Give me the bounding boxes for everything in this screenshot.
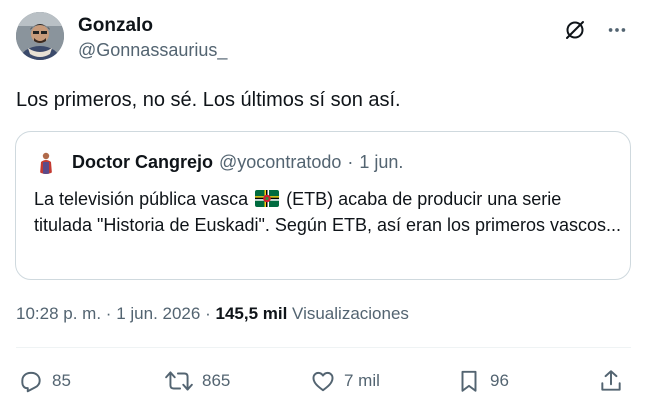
tweet-date[interactable]: 1 jun. 2026 [116, 304, 200, 323]
more-options-icon[interactable] [603, 16, 631, 44]
like-count: 7 mil [344, 371, 380, 390]
author-display-name[interactable]: Gonzalo [78, 14, 227, 38]
repost-icon [165, 371, 193, 391]
author-handle[interactable]: @Gonnassaurius_ [78, 38, 227, 62]
quoted-separator: · [347, 151, 354, 172]
meta-separator: · [205, 304, 211, 323]
author-avatar[interactable] [16, 12, 64, 60]
tweet-meta: 10:28 p. m. · 1 jun. 2026 · 145,5 mil Vi… [16, 302, 409, 326]
bookmark-count: 96 [490, 371, 509, 390]
grok-icon[interactable] [561, 16, 589, 44]
quoted-text-before-flag: La televisión pública vasca [34, 189, 249, 209]
bookmark-button[interactable]: 96 [456, 364, 509, 398]
share-icon [601, 370, 621, 391]
quoted-tweet-header: Doctor Cangrejo @yocontratodo · 1 jun. [34, 150, 403, 174]
quoted-date: 1 jun. [359, 151, 404, 172]
tweet-time[interactable]: 10:28 p. m. [16, 304, 101, 323]
heart-icon [312, 371, 334, 392]
header-actions [561, 16, 631, 44]
divider [16, 347, 631, 348]
quoted-author-name: Doctor Cangrejo [72, 151, 214, 172]
repost-count: 865 [202, 371, 231, 390]
repost-button[interactable]: 865 [164, 364, 230, 398]
action-bar: 85 865 7 mil 96 [16, 364, 631, 398]
bookmark-icon [461, 370, 477, 392]
meta-separator: · [105, 304, 112, 323]
reply-icon [21, 371, 41, 393]
quoted-author-avatar [34, 150, 58, 174]
dominica-flag-emoji-icon [255, 190, 280, 207]
share-button[interactable] [598, 364, 624, 398]
tweet-text: Los primeros, no sé. Los últimos sí son … [16, 89, 401, 111]
reply-count: 85 [52, 371, 71, 390]
tweet-header: Gonzalo @Gonnassaurius_ [16, 12, 631, 68]
reply-button[interactable]: 85 [18, 364, 71, 398]
views-label: Visualizaciones [292, 304, 409, 323]
quoted-author-handle: @yocontratodo [219, 151, 342, 172]
user-names: Gonzalo @Gonnassaurius_ [78, 14, 227, 62]
quoted-tweet-text: La televisión pública vasca (ETB) acaba … [34, 186, 624, 238]
views-count[interactable]: 145,5 mil [215, 304, 287, 323]
like-button[interactable]: 7 mil [310, 364, 380, 398]
quoted-tweet[interactable]: Doctor Cangrejo @yocontratodo · 1 jun. L… [15, 131, 631, 280]
